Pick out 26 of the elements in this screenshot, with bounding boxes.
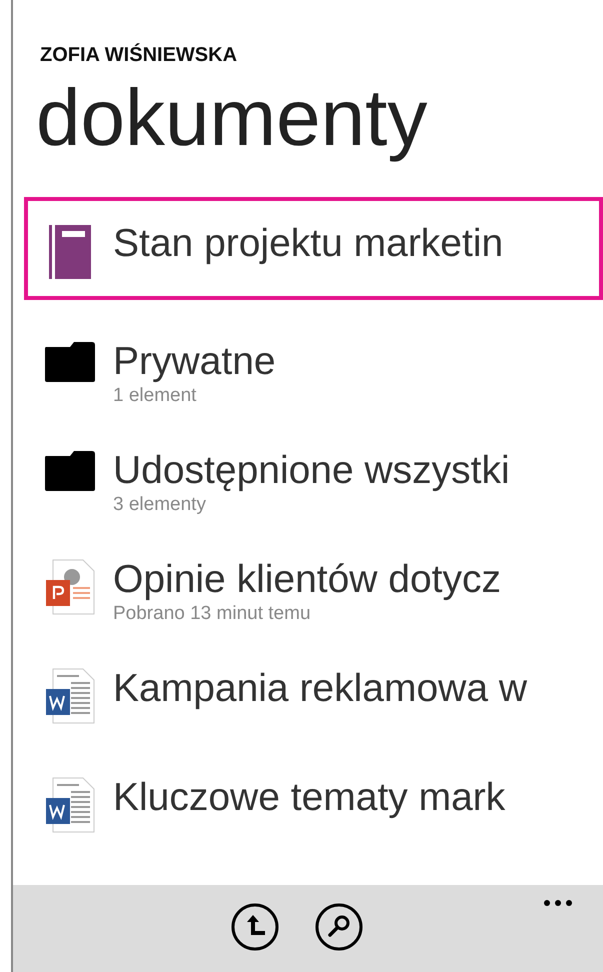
item-title: Kampania reklamowa w: [113, 666, 528, 712]
upload-button[interactable]: [231, 903, 279, 951]
search-button[interactable]: [315, 903, 363, 951]
account-name: ZOFIA WIŚNIEWSKA: [40, 44, 238, 67]
folder-icon: [44, 341, 96, 383]
notebook-icon: [49, 225, 91, 279]
text-document-icon: [45, 777, 95, 833]
document-item[interactable]: Kluczowe tematy mark: [24, 755, 603, 864]
document-item[interactable]: Kampania reklamowa w: [24, 646, 603, 755]
document-item[interactable]: Stan projektu marketin: [24, 197, 603, 300]
item-title: Kluczowe tematy mark: [113, 775, 506, 821]
text-document-icon: [45, 668, 95, 724]
item-title: Stan projektu marketin: [113, 221, 504, 267]
item-subtitle: 1 element: [113, 385, 198, 407]
document-item[interactable]: Prywatne 1 element: [24, 319, 603, 428]
item-title: Opinie klientów dotycz: [113, 557, 502, 603]
folder-icon: [44, 450, 96, 492]
item-title: Prywatne: [113, 339, 276, 385]
item-title: Udostępnione wszystki: [113, 448, 510, 494]
page-title: dokumenty: [36, 73, 428, 163]
more-icon[interactable]: [543, 899, 573, 907]
item-subtitle: Pobrano 13 minut temu: [113, 603, 312, 625]
document-item[interactable]: Opinie klientów dotycz Pobrano 13 minut temu: [24, 537, 603, 646]
document-item[interactable]: Udostępnione wszystki 3 elementy: [24, 428, 603, 537]
item-subtitle: 3 elementy: [113, 494, 207, 516]
presentation-file-icon: [45, 559, 95, 615]
